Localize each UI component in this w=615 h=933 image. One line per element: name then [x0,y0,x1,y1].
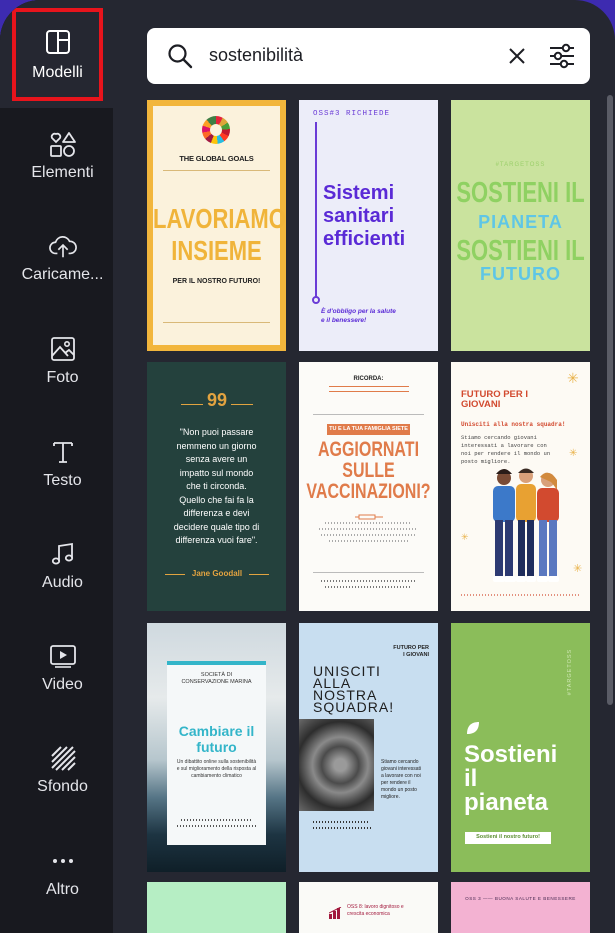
editor-panel: Modelli Elementi Caricame... Foto Testo … [0,0,615,933]
search-input[interactable]: sostenibilità [209,45,303,66]
card-title: VACCINAZIONI? [306,481,431,504]
card-tag: #TARGETOSS [495,162,546,168]
card-text: OSS 8: lavoro dignitoso e [347,904,404,910]
card-header: RICORDA: [353,376,384,382]
text-icon [49,438,77,466]
quote-mark: 99 [206,390,228,410]
more-dots-icon [49,847,77,875]
template-grid: THE GLOBAL GOALS LAVORIAMO INSIEME PER I… [147,100,592,933]
sidebar-item-video[interactable]: Video [12,642,113,694]
sparkle-icon: ✳ [461,532,469,542]
card-title: Cambiare il [178,723,255,739]
card-title: UNISCITI ALLA NOSTRA SQUADRA! [313,663,395,715]
template-card-unisciti-alla-nostra-squadra[interactable]: FUTURO PER I GIOVANI UNISCITI ALLA NOSTRA S… [299,623,438,872]
sidebar-item-label: Altro [46,881,79,898]
card-title: FUTURO [480,264,561,284]
card-title: SOSTIENI IL [456,234,585,267]
sidebar-item-sfondo[interactable]: Sfondo [12,744,113,796]
card-tag: #TARGETOSS [567,648,573,696]
photo-icon [49,335,77,363]
card-title: SULLE [342,460,395,483]
leaf-icon [465,720,481,741]
search-icon [167,43,193,74]
upload-cloud-icon [48,232,77,260]
video-play-icon [49,642,77,670]
template-card-lavoriamo-insieme[interactable]: THE GLOBAL GOALS LAVORIAMO INSIEME PER I… [147,100,286,351]
sidebar-item-modelli[interactable]: Modelli [12,8,103,101]
sidebar-item-label: Sfondo [37,778,88,795]
card-text: crescita economica [347,911,390,917]
card-footer: È d'obbligo per la salute [321,308,396,315]
template-card-jane-goodall-quote[interactable]: 99 "Non puoi passare nemmeno un giorno sen… [147,362,286,611]
sidebar-item-label: Caricame... [21,266,104,283]
card-title: futuro [196,739,237,755]
template-card-cambiare-il-futuro[interactable]: SOCIETÀ DI CONSERVAZIONE MARINA Cambiare… [147,623,286,872]
card-footer: e il benessere! [321,317,367,324]
card-title: sanitari [323,205,395,227]
card-title: AGGIORNATI [317,439,420,462]
card-title: GIOVANI [461,399,501,410]
global-goals-logo [202,116,230,144]
card-button: Sostieni il nostro futuro! [476,834,540,840]
quote-author: Jane Goodall [191,569,243,578]
sidebar-item-label: Audio [42,574,83,591]
template-card-oss3-pink[interactable]: OSS 3 —— BUONA SALUTE E BENESSERE [451,882,590,933]
elements-icon [49,130,77,158]
card-corner: FUTURO PER [393,645,429,651]
sidebar-item-label: Foto [46,369,79,386]
card-header: OSS#3 RICHIEDE [313,110,391,118]
hands-together-photo [299,719,374,811]
search-bar[interactable]: sostenibilità [147,28,590,84]
card-title: PIANETA [478,212,563,232]
card-org: SOCIETÀ DI [200,672,233,678]
sidebar-item-label: Elementi [31,164,94,181]
clear-search-icon[interactable] [508,47,526,70]
sidebar-item-elementi[interactable]: Elementi [12,130,113,182]
card-title: LAVORIAMO [153,202,286,234]
template-card-green[interactable] [147,882,286,933]
card-title: Sistemi [323,182,395,204]
card-title: SOSTIENI IL [456,176,585,209]
sidebar-item-testo[interactable]: Testo [12,438,113,490]
card-title: INSIEME [171,234,262,266]
sidebar-item-label: Testo [43,472,82,489]
logo-text: THE GLOBAL GOALS [179,154,254,163]
card-body: Stiamo cercando giovani interessati a lavo… [381,759,422,800]
card-subtitle: Unisciti alla nostra squadra! [461,421,566,428]
bar-chart-icon [328,906,343,924]
template-card-sostieni-il-pianeta-green[interactable]: #TARGETOSS Sostieni il pianeta Sostieni il… [451,623,590,872]
sidebar-item-label: Video [42,676,83,693]
filter-settings-icon[interactable] [548,43,576,74]
sparkle-icon: ✳ [573,563,583,575]
sidebar-item-audio[interactable]: Audio [12,540,113,592]
template-card-futuro-per-i-giovani[interactable]: FUTURO PER I GIOVANI Unisciti alla nostr… [451,362,590,611]
sparkle-icon: ✳ [569,448,578,459]
music-note-icon [49,540,77,568]
quote-text: "Non puoi passare nemmeno un giorno senza … [173,427,260,545]
young-people-illustration [471,462,571,595]
template-card-sostieni-il-pianeta[interactable]: #TARGETOSS SOSTIENI IL PIANETA SOSTIENI … [451,100,590,351]
template-card-oss8[interactable]: OSS 8: lavoro dignitoso e crescita econo… [299,882,438,933]
card-title: efficienti [323,228,406,250]
template-card-vaccinazioni[interactable]: RICORDA: TU E LA TUA FAMIGLIA SIETE AGGI… [299,362,438,611]
card-subtitle: PER IL NOSTRO FUTURO! [172,278,261,285]
scrollbar[interactable] [607,95,613,705]
card-band: TU E LA TUA FAMIGLIA SIETE [329,426,408,432]
template-card-sistemi-sanitari[interactable]: OSS#3 RICHIEDE Sistemi sanitari efficien… [299,100,438,351]
card-org: CONSERVAZIONE MARINA [181,679,252,685]
templates-icon [44,28,72,56]
sidebar-item-label: Modelli [32,64,83,81]
background-pattern-icon [49,744,77,772]
card-text: OSS 3 —— BUONA SALUTE E BENESSERE [465,896,576,901]
card-title: Sostieni il pianeta [464,741,558,816]
card-corner: I GIOVANI [403,652,429,658]
sparkle-icon: ✳ [567,370,579,386]
sidebar-item-foto[interactable]: Foto [12,335,113,387]
sidebar-item-caricamenti[interactable]: Caricame... [12,232,113,284]
sidebar-item-altro[interactable]: Altro [12,847,113,899]
card-description: Un dibattito online sulla sostenibilità e… [176,759,257,779]
